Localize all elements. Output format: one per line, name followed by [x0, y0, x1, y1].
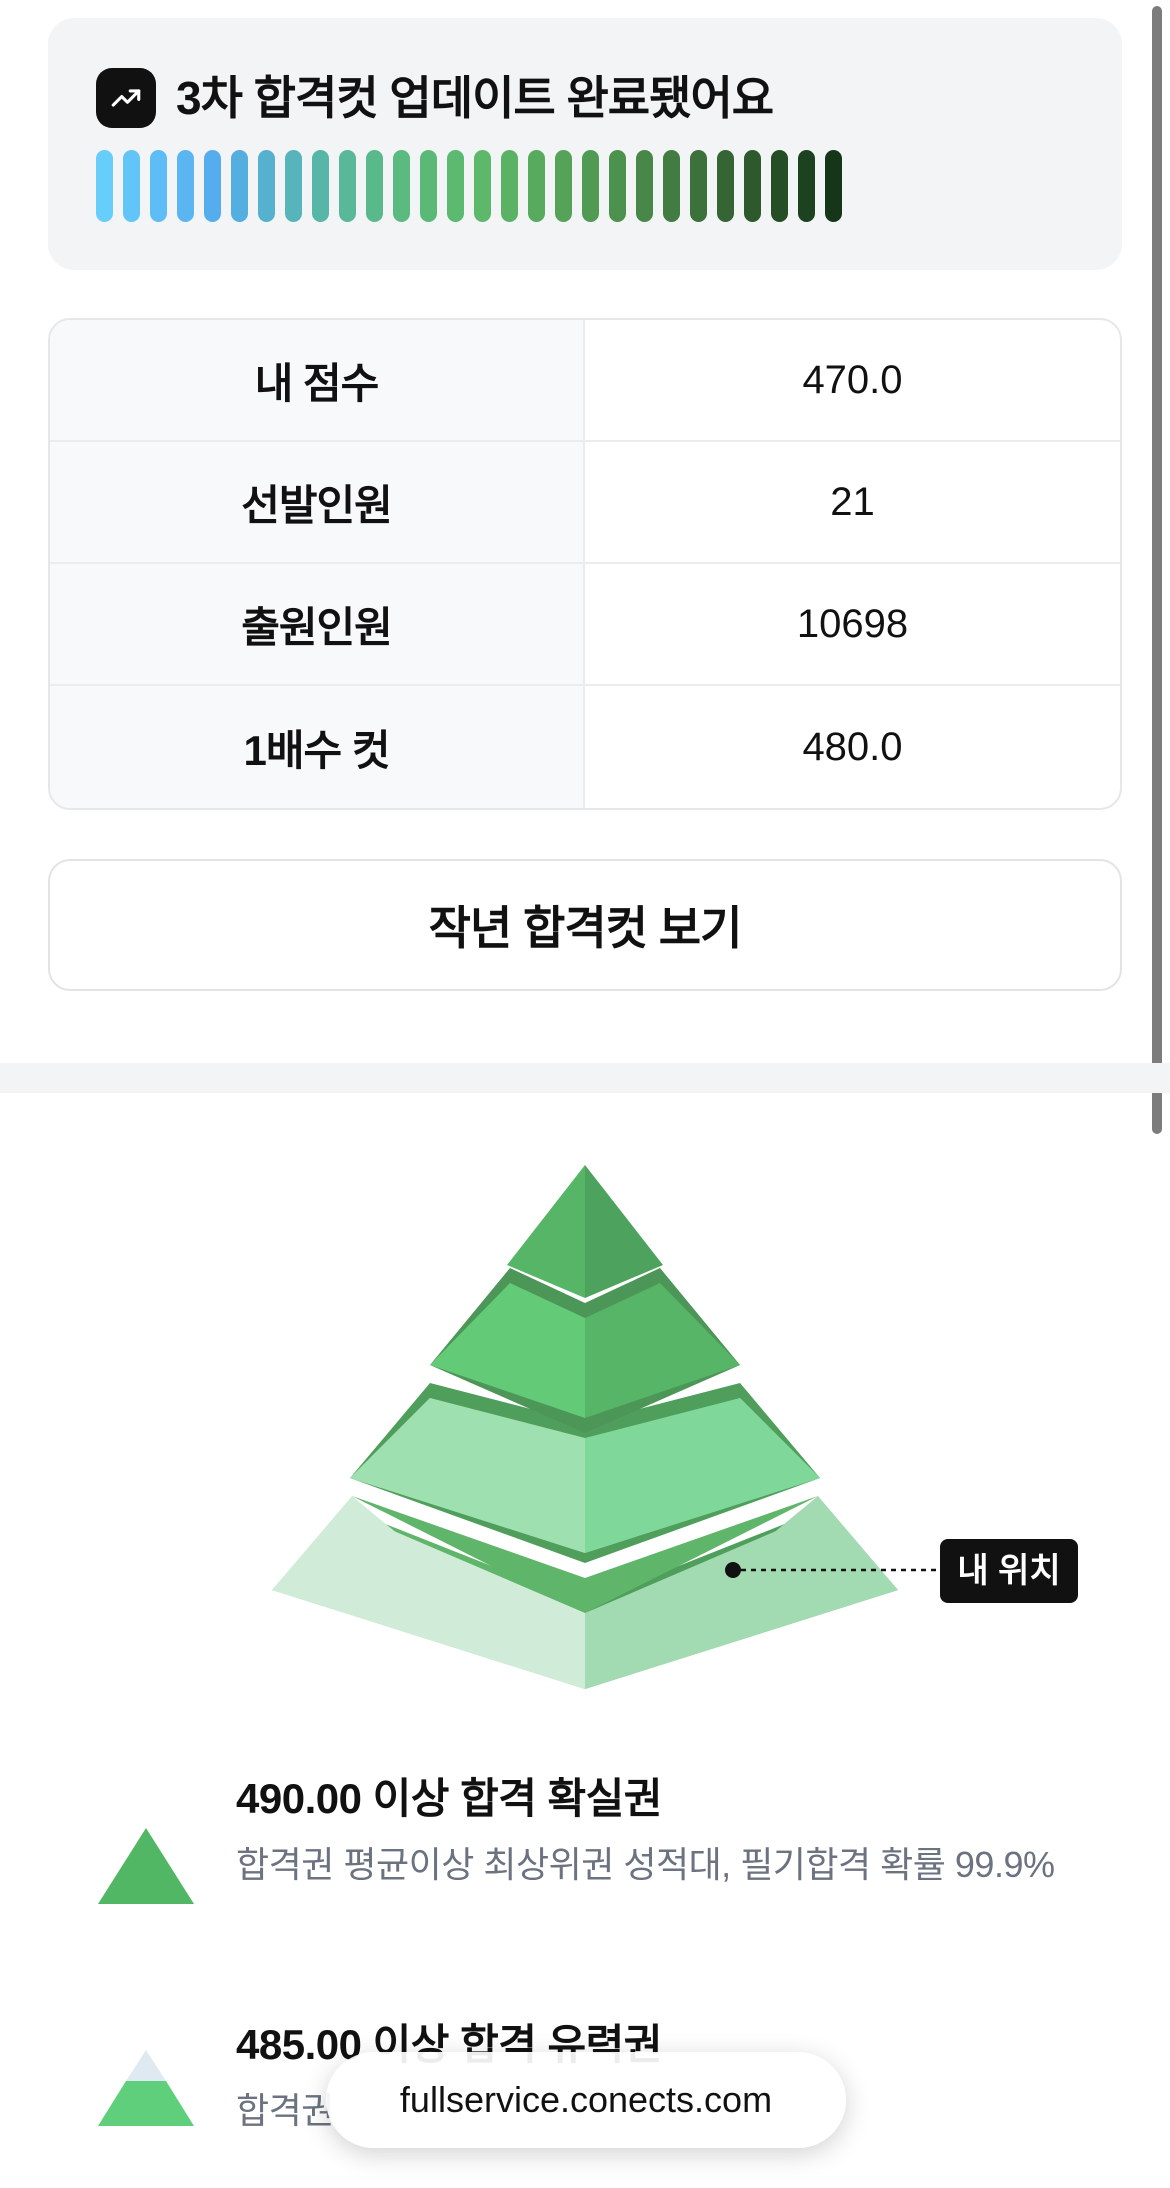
progress-bar-segment [528, 150, 545, 222]
progress-bar-segment [717, 150, 734, 222]
progress-bar-segment [447, 150, 464, 222]
progress-bar-segment [501, 150, 518, 222]
section-divider [0, 1063, 1170, 1093]
table-row: 내 점수 470.0 [50, 320, 1120, 442]
table-row: 출원인원 10698 [50, 564, 1120, 686]
progress-bar-segment [825, 150, 842, 222]
browser-url-bar[interactable]: fullservice.conects.com [326, 2052, 846, 2148]
cut-progress-bars [96, 150, 842, 222]
progress-bar-segment [258, 150, 275, 222]
progress-bar-segment [123, 150, 140, 222]
table-row: 1배수 컷 480.0 [50, 686, 1120, 808]
progress-bar-segment [474, 150, 491, 222]
my-position-dot [725, 1562, 741, 1578]
progress-bar-segment [177, 150, 194, 222]
applicant-count-label: 출원인원 [50, 564, 585, 684]
applicant-count-value: 10698 [796, 601, 909, 646]
page-scrollbar[interactable] [1152, 6, 1162, 1134]
selection-count-label: 선발인원 [50, 442, 585, 562]
trending-up-icon [96, 68, 156, 128]
triangle-icon [98, 2050, 194, 2126]
rank-pyramid: 내 위치 [272, 1165, 1078, 1689]
progress-bar-segment [285, 150, 302, 222]
progress-bar-segment [609, 150, 626, 222]
progress-bar-segment [420, 150, 437, 222]
progress-bar-segment [366, 150, 383, 222]
progress-bar-segment [663, 150, 680, 222]
progress-bar-segment [96, 150, 113, 222]
last-year-cut-button[interactable]: 작년 합격컷 보기 [48, 859, 1122, 991]
progress-bar-segment [204, 150, 221, 222]
selection-count-value: 21 [830, 479, 875, 524]
triangle-icon [98, 1828, 194, 1904]
progress-bar-segment [636, 150, 653, 222]
progress-bar-segment [231, 150, 248, 222]
progress-bar-segment [312, 150, 329, 222]
legend-title: 490.00 이상 합격 확실권 [236, 1775, 662, 1822]
legend-item-certain: 490.00 이상 합격 확실권 합격권 평균이상 최상위권 성적대, 필기합격… [96, 1774, 1096, 1954]
my-score-value: 470.0 [802, 357, 903, 402]
progress-bar-segment [339, 150, 356, 222]
update-title: 3차 합격컷 업데이트 완료됐어요 [176, 72, 774, 124]
one-x-cut-value: 480.0 [802, 724, 903, 769]
progress-bar-segment [150, 150, 167, 222]
progress-bar-segment [555, 150, 572, 222]
legend-desc: 합격권 평균이상 최상위권 성적대, 필기합격 확률 99.9% [236, 1844, 1055, 1885]
table-row: 선발인원 21 [50, 442, 1120, 564]
progress-bar-segment [393, 150, 410, 222]
update-card: 3차 합격컷 업데이트 완료됐어요 [48, 18, 1122, 270]
progress-bar-segment [798, 150, 815, 222]
one-x-cut-label: 1배수 컷 [50, 686, 585, 808]
stats-table: 내 점수 470.0 선발인원 21 출원인원 10698 1배수 컷 480.… [48, 318, 1122, 810]
my-score-label: 내 점수 [50, 320, 585, 440]
progress-bar-segment [582, 150, 599, 222]
progress-bar-segment [744, 150, 761, 222]
progress-bar-segment [771, 150, 788, 222]
progress-bar-segment [690, 150, 707, 222]
my-position-label: 내 위치 [957, 1552, 1060, 1590]
